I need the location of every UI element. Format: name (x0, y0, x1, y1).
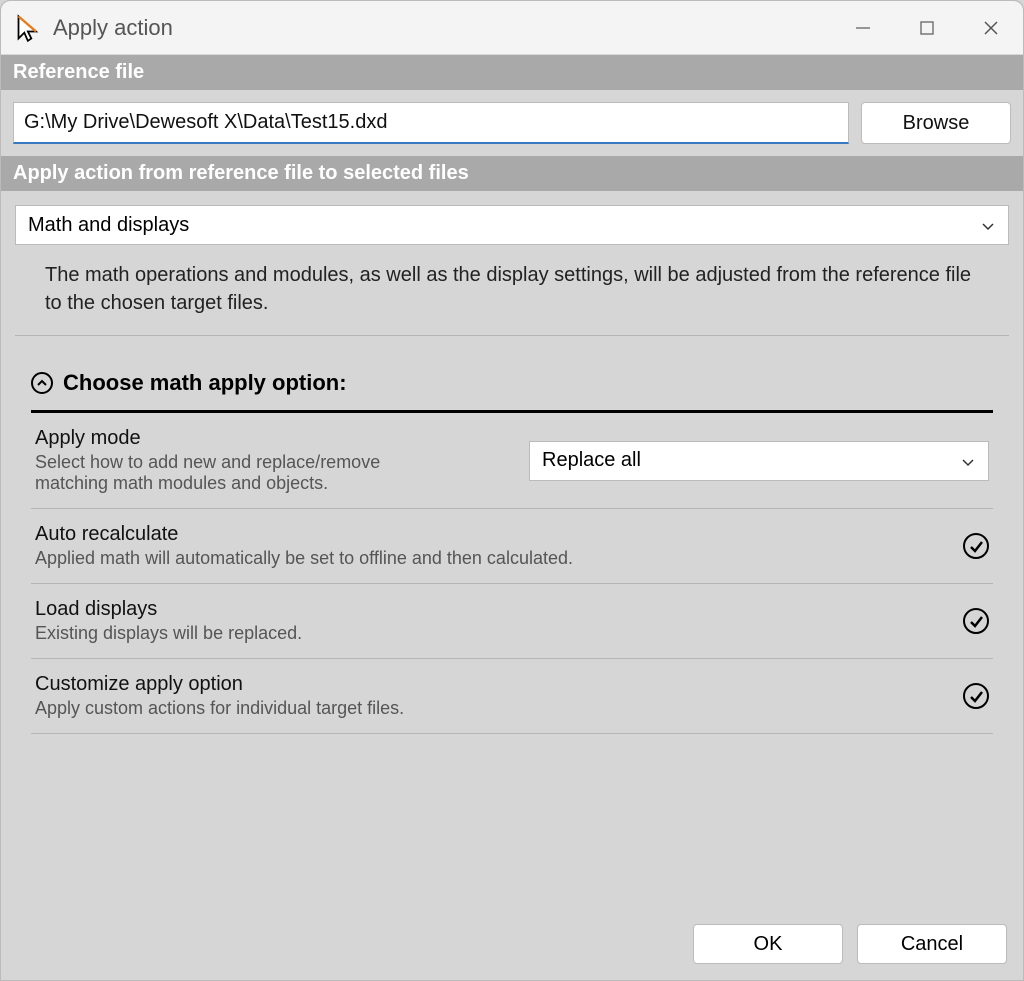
apply-mode-value: Replace all (542, 449, 641, 472)
action-type-dropdown[interactable]: Math and displays (15, 205, 1009, 245)
chevron-down-icon (960, 453, 976, 469)
cancel-button[interactable]: Cancel (857, 924, 1007, 964)
option-apply-mode: Apply mode Select how to add new and rep… (31, 413, 993, 509)
auto-recalc-subtitle: Applied math will automatically be set t… (35, 548, 943, 569)
window-title: Apply action (53, 15, 173, 41)
section-header-reference: Reference file (1, 55, 1023, 90)
chevron-down-icon (980, 217, 996, 233)
customize-title: Customize apply option (35, 673, 943, 696)
browse-button[interactable]: Browse (861, 102, 1011, 144)
action-description: The math operations and modules, as well… (15, 245, 1009, 336)
apply-mode-subtitle: Select how to add new and replace/remove… (35, 452, 415, 494)
dialog-footer: OK Cancel (1, 908, 1023, 980)
window-controls (831, 1, 1023, 54)
reference-path-input[interactable] (13, 102, 849, 144)
load-displays-subtitle: Existing displays will be replaced. (35, 623, 943, 644)
apply-action-dialog: Apply action Reference file Browse Apply… (0, 0, 1024, 981)
auto-recalc-checkbox[interactable] (963, 533, 989, 559)
customize-subtitle: Apply custom actions for individual targ… (35, 698, 943, 719)
cursor-icon (15, 14, 43, 42)
minimize-button[interactable] (831, 1, 895, 54)
apply-mode-dropdown[interactable]: Replace all (529, 441, 989, 481)
option-auto-recalculate: Auto recalculate Applied math will autom… (31, 509, 993, 584)
action-type-value: Math and displays (28, 214, 189, 237)
option-customize: Customize apply option Apply custom acti… (31, 659, 993, 734)
group-header[interactable]: Choose math apply option: (31, 370, 993, 413)
auto-recalc-title: Auto recalculate (35, 523, 943, 546)
customize-checkbox[interactable] (963, 683, 989, 709)
close-button[interactable] (959, 1, 1023, 54)
load-displays-checkbox[interactable] (963, 608, 989, 634)
option-load-displays: Load displays Existing displays will be … (31, 584, 993, 659)
reference-file-row: Browse (1, 90, 1023, 156)
group-title: Choose math apply option: (63, 370, 347, 396)
ok-button[interactable]: OK (693, 924, 843, 964)
collapse-up-icon (31, 372, 53, 394)
math-apply-group: Choose math apply option: Apply mode Sel… (31, 370, 993, 734)
load-displays-title: Load displays (35, 598, 943, 621)
maximize-button[interactable] (895, 1, 959, 54)
titlebar: Apply action (1, 1, 1023, 55)
section-header-apply: Apply action from reference file to sele… (1, 156, 1023, 191)
apply-mode-title: Apply mode (35, 427, 509, 450)
